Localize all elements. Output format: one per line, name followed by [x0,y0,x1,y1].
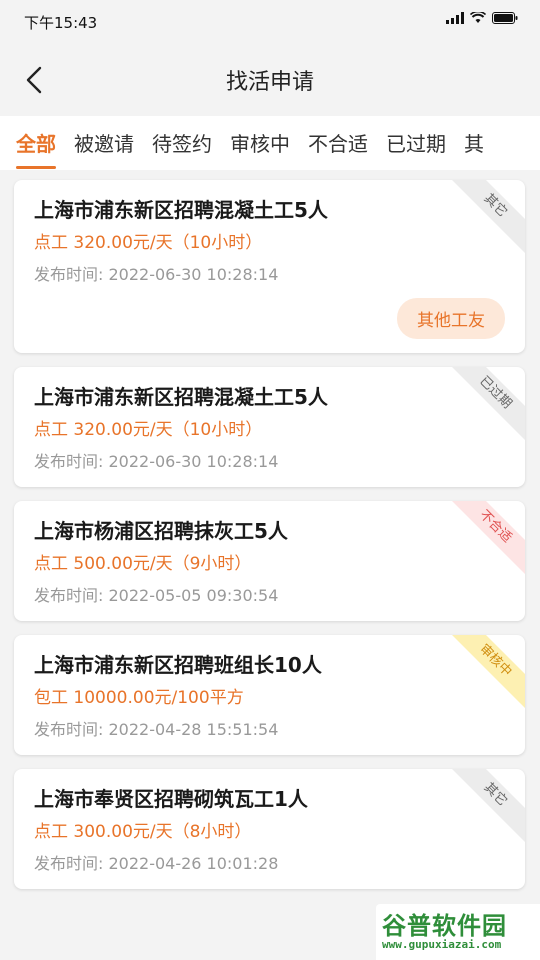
publish-time: 发布时间: 2022-05-05 09:30:54 [34,586,279,605]
tab-invited[interactable]: 被邀请 [74,128,134,157]
wifi-icon [470,12,486,24]
job-title: 上海市浦东新区招聘混凝土工5人 [34,198,328,222]
status-icons [446,12,518,24]
application-list: 上海市浦东新区招聘混凝土工5人 点工 320.00元/天（10小时） 发布时间:… [14,180,525,903]
tab-unsuitable[interactable]: 不合适 [308,128,368,157]
publish-time: 发布时间: 2022-06-30 10:28:14 [34,265,279,284]
other-workers-button[interactable]: 其他工友 [397,298,505,339]
watermark-url: www.gupuxiazai.com [382,938,502,951]
site-watermark: 谷普软件园 www.gupuxiazai.com [376,904,540,960]
job-title: 上海市浦东新区招聘混凝土工5人 [34,385,328,409]
status-tabs: 全部 被邀请 待签约 审核中 不合适 已过期 其 [0,116,540,170]
publish-time: 发布时间: 2022-04-26 10:01:28 [34,854,279,873]
job-title: 上海市浦东新区招聘班组长10人 [34,653,322,677]
application-card[interactable]: 上海市浦东新区招聘混凝土工5人 点工 320.00元/天（10小时） 发布时间:… [14,180,525,353]
application-card[interactable]: 上海市奉贤区招聘砌筑瓦工1人 点工 300.00元/天（8小时） 发布时间: 2… [14,769,525,889]
nav-bar: 找活申请 [0,44,540,116]
tab-pending-sign[interactable]: 待签约 [152,128,212,157]
battery-icon [492,12,518,24]
signal-icon [446,12,464,24]
watermark-text: 谷普软件园 [382,912,507,940]
tab-under-review[interactable]: 审核中 [230,128,290,157]
tab-expired[interactable]: 已过期 [386,128,446,157]
job-title: 上海市奉贤区招聘砌筑瓦工1人 [34,787,308,811]
application-card[interactable]: 上海市浦东新区招聘混凝土工5人 点工 320.00元/天（10小时） 发布时间:… [14,367,525,487]
job-title: 上海市杨浦区招聘抹灰工5人 [34,519,288,543]
job-pay: 点工 300.00元/天（8小时） [34,822,252,842]
application-card[interactable]: 上海市浦东新区招聘班组长10人 包工 10000.00元/100平方 发布时间:… [14,635,525,755]
publish-time: 发布时间: 2022-04-28 15:51:54 [34,720,279,739]
publish-time: 发布时间: 2022-06-30 10:28:14 [34,452,279,471]
application-card[interactable]: 上海市杨浦区招聘抹灰工5人 点工 500.00元/天（9小时） 发布时间: 20… [14,501,525,621]
status-time: 下午15:43 [24,14,98,32]
job-pay: 点工 500.00元/天（9小时） [34,554,252,574]
page-title: 找活申请 [225,70,314,95]
job-pay: 点工 320.00元/天（10小时） [34,233,263,253]
status-bar: 下午15:43 [0,0,540,44]
job-pay: 点工 320.00元/天（10小时） [34,420,263,440]
tab-other[interactable]: 其 [464,128,484,157]
tab-all[interactable]: 全部 [16,128,56,169]
job-pay: 包工 10000.00元/100平方 [34,688,244,708]
